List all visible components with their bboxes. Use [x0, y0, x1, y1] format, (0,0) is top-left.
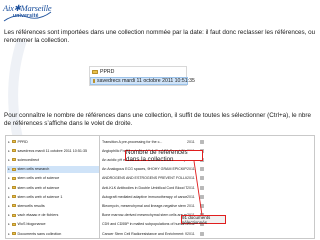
- selection-count-badge: 91 documents sélectionnés: [181, 215, 226, 225]
- collection-label: PPRD: [100, 69, 115, 75]
- instruction-text-2: Pour connaître le nombre de références d…: [4, 112, 312, 128]
- university-logo: Aix✱Marseille université: [3, 3, 53, 25]
- folder-icon: [93, 78, 95, 84]
- folder-icon: [92, 69, 98, 75]
- instruction-text-1: Les références sont importées dans une c…: [4, 29, 316, 45]
- reference-count-callout: Nombre de références dans la collection: [125, 149, 203, 163]
- library-screenshot: ▸ PPRD ▸ savedrecs mardi 11 octobre 2011 10…: [5, 135, 315, 239]
- collection-row-pprd[interactable]: PPRD: [90, 68, 188, 76]
- collection-screenshot: PPRD savedrecs mardi 11 octobre 2011 10:…: [89, 66, 195, 86]
- collection-row-savedrecs[interactable]: savedrecs mardi 11 octobre 2011 10:51:35: [90, 77, 195, 85]
- collection-label: savedrecs mardi 11 octobre 2011 10:51:35: [97, 78, 195, 84]
- logo-line2: université: [13, 13, 39, 19]
